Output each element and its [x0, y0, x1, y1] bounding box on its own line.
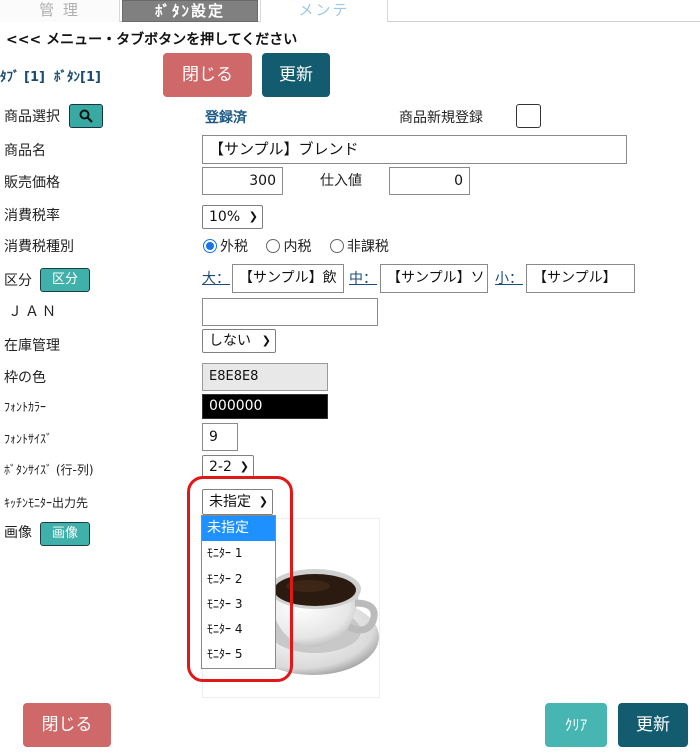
- footer-update-button[interactable]: 更新: [618, 703, 688, 747]
- tax-type-radio-group: 外税 内税 非課税: [203, 236, 403, 256]
- category-large-link[interactable]: 大：: [202, 268, 230, 288]
- tab-button-settings[interactable]: ﾎﾞﾀﾝ設定: [122, 0, 258, 22]
- price-input[interactable]: 300: [202, 167, 283, 195]
- registration-status: 登録済: [205, 110, 247, 126]
- clear-button[interactable]: ｸﾘｱ: [545, 703, 607, 747]
- product-select-label: 商品選択: [4, 109, 60, 125]
- tax-type-option-label: 非課税: [346, 239, 389, 255]
- selection-counts: ﾀﾌﾞ [1] ﾎﾞﾀﾝ[1]: [0, 66, 101, 85]
- kitchen-monitor-label: ｷｯﾁﾝﾓﾆﾀｰ出力先: [4, 496, 89, 510]
- footer-close-button[interactable]: 閉じる: [23, 703, 111, 747]
- stock-select[interactable]: しない ❯: [202, 329, 276, 353]
- radio-icon[interactable]: [266, 239, 281, 253]
- instruction-text: <<< メニュー・タブボタンを押してください: [6, 32, 298, 48]
- close-button[interactable]: 閉じる: [163, 53, 252, 97]
- category-button[interactable]: 区分: [40, 268, 90, 292]
- frame-color-label: 枠の色: [4, 370, 46, 386]
- tax-type-option-taxfree[interactable]: 非課税: [329, 236, 389, 256]
- font-size-input[interactable]: 9: [202, 423, 238, 451]
- radio-selected-icon[interactable]: [203, 239, 217, 253]
- font-size-label: ﾌｫﾝﾄｻｲｽﾞ: [4, 432, 53, 446]
- font-color-label: ﾌｫﾝﾄｶﾗｰ: [4, 400, 47, 414]
- product-name-input[interactable]: 【サンプル】ブレンド: [202, 135, 627, 164]
- tab-maintenance[interactable]: メンテ: [260, 0, 388, 22]
- product-search-button[interactable]: [69, 104, 103, 128]
- font-color-input[interactable]: 000000: [202, 394, 328, 419]
- price-label: 販売価格: [4, 175, 60, 191]
- chevron-down-icon: ❯: [239, 460, 249, 473]
- tab-management[interactable]: 管 理: [0, 0, 120, 22]
- tab-bar: 管 理 ﾎﾞﾀﾝ設定 メンテ: [0, 0, 700, 22]
- cost-label: 仕入値: [320, 173, 362, 189]
- image-label: 画像: [4, 525, 32, 541]
- jan-input[interactable]: [202, 298, 378, 326]
- search-icon: [79, 109, 93, 123]
- stock-value: しない: [209, 333, 251, 349]
- category-medium-link[interactable]: 中：: [349, 268, 377, 288]
- jan-label: ＪＡＮ: [8, 304, 59, 320]
- chevron-down-icon: ❯: [261, 334, 271, 347]
- button-size-label: ﾎﾞﾀﾝｻｲｽﾞ (行-列): [4, 463, 94, 477]
- tax-type-option-label: 外税: [220, 239, 248, 255]
- chevron-down-icon: ❯: [248, 210, 258, 223]
- button-size-value: 2-2: [209, 459, 232, 475]
- tax-type-label: 消費税種別: [4, 239, 74, 255]
- frame-color-input[interactable]: E8E8E8: [202, 363, 328, 391]
- product-name-label: 商品名: [4, 143, 46, 159]
- category-large-input[interactable]: 【サンプル】飲: [232, 264, 344, 293]
- category-medium-input[interactable]: 【サンプル】ソ: [380, 264, 488, 293]
- category-label: 区分: [4, 273, 32, 289]
- cost-input[interactable]: 0: [389, 167, 470, 195]
- tax-type-option-exclusive[interactable]: 外税: [203, 236, 248, 256]
- tax-type-option-inclusive[interactable]: 内税: [266, 236, 311, 256]
- tax-rate-value: 10%: [209, 209, 241, 225]
- highlight-outline: [187, 476, 293, 682]
- new-register-label: 商品新規登録: [399, 110, 483, 126]
- button-count: ﾎﾞﾀﾝ[1]: [54, 70, 101, 85]
- radio-icon[interactable]: [329, 239, 344, 253]
- tab-count: ﾀﾌﾞ [1]: [0, 70, 45, 85]
- tax-type-option-label: 内税: [283, 239, 312, 255]
- tax-rate-label: 消費税率: [4, 208, 60, 224]
- image-button[interactable]: 画像: [40, 522, 90, 546]
- update-button[interactable]: 更新: [262, 53, 330, 97]
- category-small-link[interactable]: 小：: [495, 268, 523, 288]
- tax-rate-select[interactable]: 10% ❯: [202, 205, 263, 229]
- category-small-input[interactable]: 【サンプル】: [526, 264, 635, 293]
- stock-label: 在庫管理: [4, 338, 60, 354]
- new-register-checkbox[interactable]: [516, 104, 541, 128]
